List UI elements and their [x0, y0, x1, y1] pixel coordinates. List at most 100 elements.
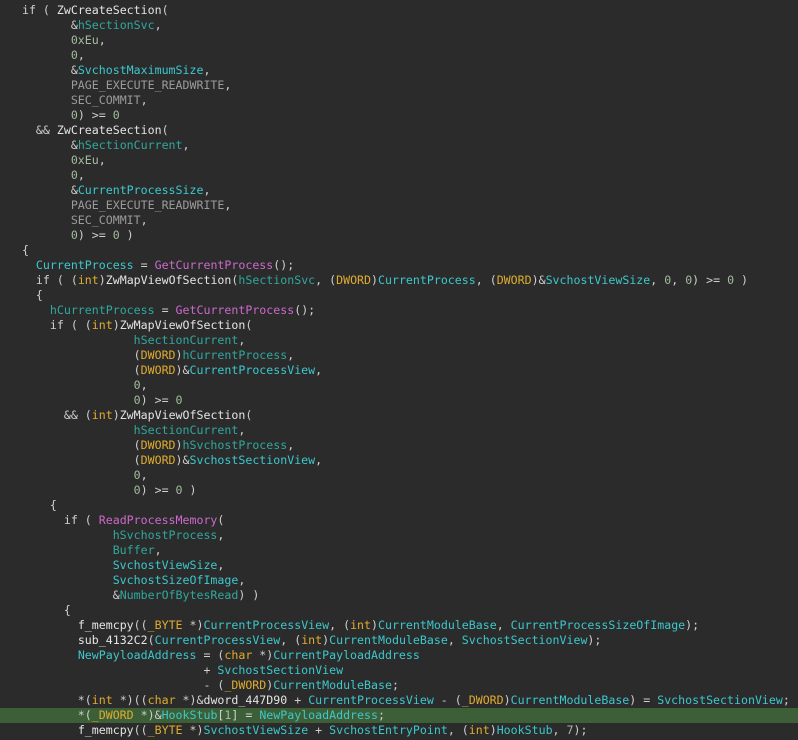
code-token-number-literal[interactable]: 0	[71, 228, 78, 242]
code-token-type-keyword[interactable]: int	[78, 273, 99, 287]
code-token-global-variable[interactable]: CurrentProcess	[36, 258, 134, 272]
code-line[interactable]: 0) >= 0	[8, 108, 798, 123]
code-token-global-variable[interactable]: SvchostMaximumSize	[78, 63, 204, 77]
code-token-imported-function[interactable]: GetCurrentProcess	[176, 303, 295, 317]
code-token-global-variable[interactable]: CurrentProcessView	[190, 363, 316, 377]
code-token-type-keyword[interactable]: DWORD	[141, 348, 176, 362]
code-token-global-variable[interactable]: SvchostEntryPoint	[329, 723, 448, 737]
code-token-type-keyword[interactable]: int	[92, 318, 113, 332]
code-token-function-name[interactable]: ZwMapViewOfSection	[106, 273, 232, 287]
code-token-type-keyword[interactable]: DWORD	[141, 453, 176, 467]
code-token-global-variable[interactable]: SvchostViewSize	[203, 723, 308, 737]
code-token-function-name[interactable]: ZwMapViewOfSection	[120, 318, 246, 332]
code-token-global-variable[interactable]: HookStub	[497, 723, 553, 737]
code-line[interactable]: SEC_COMMIT,	[8, 93, 798, 108]
code-token-type-keyword[interactable]: DWORD	[497, 273, 532, 287]
code-line[interactable]: 0) >= 0 )	[8, 483, 798, 498]
code-line[interactable]: {	[8, 498, 798, 513]
code-line[interactable]: if ( (int)ZwMapViewOfSection(	[8, 318, 798, 333]
code-token-global-variable[interactable]: CurrentModuleBase	[511, 693, 630, 707]
code-token-number-literal[interactable]: 7	[567, 723, 574, 737]
code-line[interactable]: f_memcpy((_BYTE *)SvchostViewSize + Svch…	[8, 723, 798, 738]
pseudocode-view[interactable]: if ( ZwCreateSection( &hSectionSvc, 0xEu…	[0, 0, 798, 738]
code-token-global-variable[interactable]: NewPayloadAddress	[78, 648, 197, 662]
code-line[interactable]: && ZwCreateSection(	[8, 123, 798, 138]
code-token-local-variable[interactable]: hSectionCurrent	[78, 138, 183, 152]
code-token-global-variable[interactable]: CurrentProcessSize	[78, 183, 204, 197]
code-token-number-literal[interactable]: 0	[134, 468, 141, 482]
code-token-number-literal[interactable]: 0	[71, 48, 78, 62]
code-token-local-variable[interactable]: hSectionSvc	[78, 18, 155, 32]
code-token-global-variable[interactable]: SvchostViewSize	[113, 558, 218, 572]
code-token-type-keyword[interactable]: int	[301, 633, 322, 647]
code-token-number-literal[interactable]: 0	[134, 378, 141, 392]
code-token-global-variable[interactable]: SvchostViewSize	[546, 273, 651, 287]
code-token-local-variable[interactable]: hSectionSvc	[238, 273, 315, 287]
code-line[interactable]: hSectionCurrent,	[8, 423, 798, 438]
code-line[interactable]: 0xEu,	[8, 33, 798, 48]
code-line[interactable]: &CurrentProcessSize,	[8, 183, 798, 198]
code-token-imported-function[interactable]: GetCurrentProcess	[155, 258, 274, 272]
code-line[interactable]: SEC_COMMIT,	[8, 213, 798, 228]
code-token-global-variable[interactable]: CurrentProcessSizeOfImage	[511, 618, 686, 632]
code-line[interactable]: (DWORD)hSvchostProcess,	[8, 438, 798, 453]
code-line[interactable]: &hSectionCurrent,	[8, 138, 798, 153]
code-line[interactable]: 0,	[8, 468, 798, 483]
code-token-number-literal[interactable]: 0	[71, 108, 78, 122]
code-line[interactable]: Buffer,	[8, 543, 798, 558]
code-token-global-variable[interactable]: CurrentModuleBase	[378, 618, 497, 632]
code-line[interactable]: 0xEu,	[8, 153, 798, 168]
code-token-type-keyword[interactable]: char	[148, 693, 176, 707]
code-token-global-variable[interactable]: CurrentProcessView	[203, 618, 329, 632]
code-token-number-literal[interactable]: 0	[727, 273, 734, 287]
code-token-number-literal[interactable]: 0	[134, 483, 141, 497]
code-token-type-keyword[interactable]: _DWORD	[92, 708, 134, 722]
code-token-global-variable[interactable]: CurrentModuleBase	[329, 633, 448, 647]
code-token-function-name[interactable]: sub_4132C2	[78, 633, 148, 647]
code-line[interactable]: PAGE_EXECUTE_READWRITE,	[8, 198, 798, 213]
code-token-global-variable[interactable]: NewPayloadAddress	[259, 708, 378, 722]
code-token-function-name[interactable]: ZwCreateSection	[57, 3, 162, 17]
code-line[interactable]: &SvchostMaximumSize,	[8, 63, 798, 78]
code-token-type-keyword[interactable]: _BYTE	[148, 723, 183, 737]
code-token-number-literal[interactable]: 0xEu	[71, 33, 99, 47]
code-token-global-variable[interactable]: HookStub	[162, 708, 218, 722]
code-token-function-name[interactable]: ZwMapViewOfSection	[120, 408, 246, 422]
code-line[interactable]: + SvchostSectionView	[8, 663, 798, 678]
code-token-macro-constant[interactable]: SEC_COMMIT	[71, 93, 141, 107]
code-token-global-variable[interactable]: SvchostSectionView	[462, 633, 588, 647]
code-token-local-variable[interactable]: hCurrentProcess	[50, 303, 155, 317]
code-line[interactable]: PAGE_EXECUTE_READWRITE,	[8, 78, 798, 93]
code-token-number-literal[interactable]: 0	[71, 168, 78, 182]
code-token-global-variable[interactable]: CurrentProcess	[378, 273, 476, 287]
code-token-global-variable[interactable]: CurrentProcessView	[155, 633, 281, 647]
code-token-global-variable[interactable]: SvchostSectionView	[217, 663, 343, 677]
code-line[interactable]: 0,	[8, 48, 798, 63]
code-line[interactable]: 0) >= 0	[8, 393, 798, 408]
code-token-number-literal[interactable]: 0	[113, 228, 120, 242]
code-token-local-variable[interactable]: hSvchostProcess	[113, 528, 218, 542]
code-token-global-variable[interactable]: SvchostSectionView	[190, 453, 316, 467]
code-token-imported-function[interactable]: ReadProcessMemory	[99, 513, 218, 527]
code-line[interactable]: {	[8, 288, 798, 303]
code-line[interactable]: *(int *)((char *)&dword_447D90 + Current…	[8, 693, 798, 708]
code-line[interactable]: hCurrentProcess = GetCurrentProcess();	[8, 303, 798, 318]
code-token-global-variable[interactable]: SvchostSizeOfImage	[113, 573, 239, 587]
code-token-local-variable[interactable]: hCurrentProcess	[183, 348, 288, 362]
code-token-local-variable[interactable]: hSvchostProcess	[183, 438, 288, 452]
code-token-type-keyword[interactable]: _BYTE	[148, 618, 183, 632]
code-token-number-literal[interactable]: 0	[134, 393, 141, 407]
code-line[interactable]: && (int)ZwMapViewOfSection(	[8, 408, 798, 423]
code-token-number-literal[interactable]: 0	[176, 393, 183, 407]
code-token-local-variable[interactable]: hSectionCurrent	[134, 333, 239, 347]
code-token-number-literal[interactable]: 0	[113, 108, 120, 122]
code-line[interactable]: f_memcpy((_BYTE *)CurrentProcessView, (i…	[8, 618, 798, 633]
code-line[interactable]: NewPayloadAddress = (char *)CurrentPaylo…	[8, 648, 798, 663]
code-line[interactable]: if ( (int)ZwMapViewOfSection(hSectionSvc…	[8, 273, 798, 288]
code-token-function-name[interactable]: f_memcpy	[78, 723, 134, 737]
code-line[interactable]: &hSectionSvc,	[8, 18, 798, 33]
code-token-local-variable[interactable]: hSectionCurrent	[134, 423, 239, 437]
code-token-type-keyword[interactable]: int	[92, 693, 113, 707]
code-line[interactable]: hSectionCurrent,	[8, 333, 798, 348]
code-token-local-variable[interactable]: NumberOfBytesRead	[120, 588, 239, 602]
